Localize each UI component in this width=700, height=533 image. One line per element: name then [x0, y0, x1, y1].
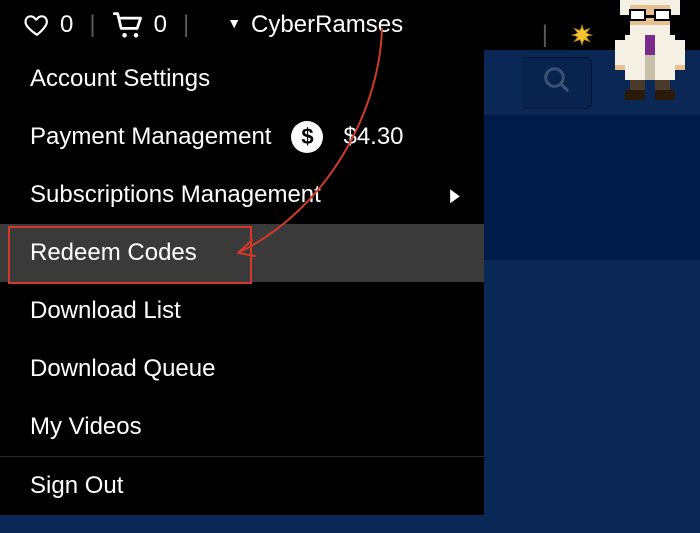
caret-down-icon: ▼ [227, 15, 241, 31]
separator: | [83, 11, 101, 39]
plus-icon[interactable] [568, 21, 596, 49]
menu-item-label: Payment Management [30, 123, 271, 151]
search-icon [542, 65, 572, 100]
heart-icon [24, 12, 50, 38]
menu-item-account-settings[interactable]: Account Settings [0, 50, 484, 108]
menu-item-label: Redeem Codes [30, 239, 197, 267]
separator: | [177, 11, 195, 39]
nav-band [484, 115, 700, 260]
menu-item-label: Download Queue [30, 355, 215, 383]
sub-bar [484, 50, 600, 115]
menu-item-label: Sign Out [30, 472, 123, 500]
search-button[interactable] [522, 57, 592, 109]
cart-button[interactable]: 0 [112, 11, 167, 39]
cart-icon [112, 11, 144, 39]
menu-item-payment-management[interactable]: Payment Management $ $4.30 [0, 108, 484, 166]
menu-item-sign-out[interactable]: Sign Out [0, 457, 484, 515]
wishlist-button[interactable]: 0 [24, 11, 73, 39]
menu-item-download-list[interactable]: Download List [0, 282, 484, 340]
account-dropdown-trigger[interactable]: ▼ CyberRamses [227, 11, 403, 39]
wallet-balance: $4.30 [343, 123, 403, 151]
account-dropdown-menu: Account Settings Payment Management $ $4… [0, 50, 484, 515]
menu-item-label: Subscriptions Management [30, 181, 321, 209]
chevron-right-icon: ▶ [450, 185, 460, 206]
avatar[interactable] [610, 0, 690, 100]
wishlist-count: 0 [60, 11, 73, 39]
menu-item-my-videos[interactable]: My Videos [0, 398, 484, 456]
username-label: CyberRamses [251, 11, 403, 39]
menu-item-label: My Videos [30, 413, 142, 441]
menu-item-download-queue[interactable]: Download Queue [0, 340, 484, 398]
dollar-icon: $ [291, 121, 323, 153]
menu-item-label: Account Settings [30, 65, 210, 93]
menu-item-label: Download List [30, 297, 181, 325]
menu-item-redeem-codes[interactable]: Redeem Codes [0, 224, 484, 282]
separator: | [536, 21, 554, 49]
menu-item-subscriptions[interactable]: Subscriptions Management ▶ [0, 166, 484, 224]
cart-count: 0 [154, 11, 167, 39]
